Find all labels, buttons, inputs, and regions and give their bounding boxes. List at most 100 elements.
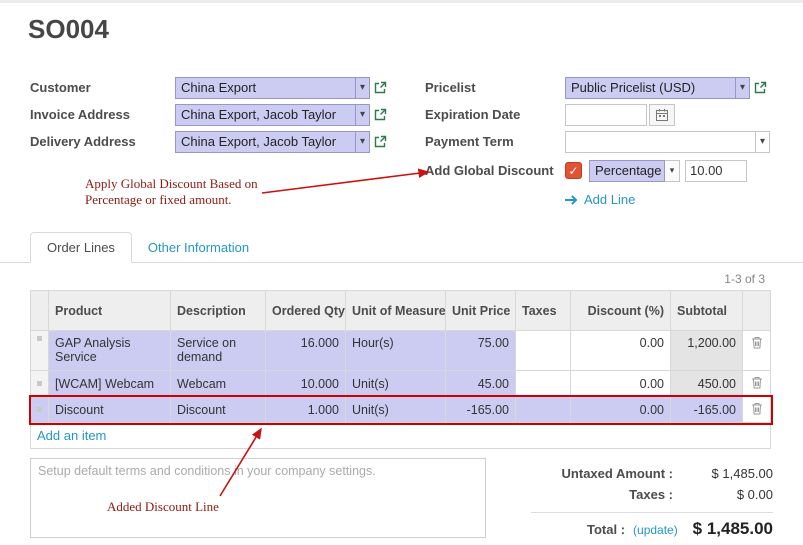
cell-taxes[interactable] xyxy=(516,371,571,397)
add-line-row: Add Line xyxy=(425,186,777,213)
payment-term-select[interactable]: ▾ xyxy=(565,131,770,153)
external-link-icon[interactable] xyxy=(374,135,387,148)
discount-mode-select[interactable]: Percentage xyxy=(589,160,665,182)
header-taxes[interactable]: Taxes xyxy=(516,291,571,331)
untaxed-label: Untaxed Amount : xyxy=(531,466,673,481)
untaxed-value: $ 1,485.00 xyxy=(673,466,773,481)
chevron-down-icon: ▾ xyxy=(355,105,369,125)
cell-taxes[interactable] xyxy=(516,397,571,423)
cell-uom[interactable]: Hour(s) xyxy=(346,331,446,371)
order-lines-table: Product Description Ordered Qty Unit of … xyxy=(30,290,771,449)
cell-subtotal: 1,200.00 xyxy=(671,331,743,371)
row-handle[interactable] xyxy=(31,371,49,397)
cell-description[interactable]: Discount xyxy=(171,397,266,423)
form-right-column: Pricelist Public Pricelist (USD) ▾ Expir… xyxy=(425,74,777,213)
tab-other-information[interactable]: Other Information xyxy=(132,233,265,262)
total-label: Total : xyxy=(587,522,625,537)
trash-icon xyxy=(751,336,763,349)
form-left-column: Customer China Export ▾ Invoice Address … xyxy=(30,74,418,155)
cell-price[interactable]: -165.00 xyxy=(446,397,516,423)
calendar-icon[interactable] xyxy=(649,104,675,126)
external-link-icon[interactable] xyxy=(754,81,767,94)
cell-product[interactable]: Discount xyxy=(49,397,171,423)
total-row: Total : (update) $ 1,485.00 xyxy=(531,519,773,545)
discount-mode-value: Percentage xyxy=(595,163,662,178)
annotation-global-discount: Apply Global Discount Based on Percentag… xyxy=(85,176,258,208)
expiration-date-label: Expiration Date xyxy=(425,107,565,122)
payment-term-label: Payment Term xyxy=(425,134,565,149)
tab-order-lines[interactable]: Order Lines xyxy=(30,232,132,263)
cell-discount[interactable]: 0.00 xyxy=(571,331,671,371)
global-discount-checkbox[interactable]: ✓ xyxy=(565,162,582,179)
cell-qty[interactable]: 1.000 xyxy=(266,397,346,423)
customer-label: Customer xyxy=(30,80,175,95)
invoice-address-value: China Export, Jacob Taylor xyxy=(181,107,336,122)
field-payment-term: Payment Term ▾ xyxy=(425,128,777,155)
delete-line-button[interactable] xyxy=(743,397,771,423)
row-handle[interactable] xyxy=(31,331,49,371)
delete-line-button[interactable] xyxy=(743,331,771,371)
invoice-address-select[interactable]: China Export, Jacob Taylor ▾ xyxy=(175,104,370,126)
customer-select[interactable]: China Export ▾ xyxy=(175,77,370,99)
taxes-row: Taxes : $ 0.00 xyxy=(531,484,773,505)
pricelist-value: Public Pricelist (USD) xyxy=(571,80,695,95)
cell-qty[interactable]: 10.000 xyxy=(266,371,346,397)
delete-line-button[interactable] xyxy=(743,371,771,397)
cell-price[interactable]: 75.00 xyxy=(446,331,516,371)
global-discount-label: Add Global Discount xyxy=(425,163,565,178)
taxes-label: Taxes : xyxy=(531,487,673,502)
header-discount[interactable]: Discount (%) xyxy=(571,291,671,331)
sales-order-page: SO004 Customer China Export ▾ Invoice Ad… xyxy=(0,0,803,545)
order-line-row: GAP Analysis Service Service on demand 1… xyxy=(31,331,771,371)
chevron-down-icon[interactable]: ▾ xyxy=(665,160,680,182)
cell-subtotal: -165.00 xyxy=(671,397,743,423)
cell-taxes[interactable] xyxy=(516,331,571,371)
cell-discount[interactable]: 0.00 xyxy=(571,397,671,423)
taxes-value: $ 0.00 xyxy=(673,487,773,502)
update-link[interactable]: (update) xyxy=(633,523,678,537)
external-link-icon[interactable] xyxy=(374,81,387,94)
chevron-down-icon: ▾ xyxy=(355,132,369,152)
cell-description[interactable]: Webcam xyxy=(171,371,266,397)
cell-qty[interactable]: 16.000 xyxy=(266,331,346,371)
page-top-edge xyxy=(0,0,803,3)
delivery-address-select[interactable]: China Export, Jacob Taylor ▾ xyxy=(175,131,370,153)
discount-amount-input[interactable] xyxy=(685,160,747,182)
cell-discount[interactable]: 0.00 xyxy=(571,371,671,397)
header-unit-price[interactable]: Unit Price xyxy=(446,291,516,331)
field-pricelist: Pricelist Public Pricelist (USD) ▾ xyxy=(425,74,777,101)
cell-price[interactable]: 45.00 xyxy=(446,371,516,397)
field-global-discount: Add Global Discount ✓ Percentage ▾ xyxy=(425,155,777,186)
drag-handle-icon xyxy=(37,381,42,386)
notebook-tabs: Order Lines Other Information xyxy=(0,233,803,263)
trash-icon xyxy=(751,376,763,389)
terms-textarea[interactable] xyxy=(30,458,486,538)
add-line-label: Add Line xyxy=(584,192,635,207)
annotation-added-line: Added Discount Line xyxy=(107,499,219,515)
check-icon: ✓ xyxy=(568,164,578,178)
add-line-link[interactable]: Add Line xyxy=(565,192,635,207)
add-an-item-link[interactable]: Add an item xyxy=(37,428,106,443)
pricelist-select[interactable]: Public Pricelist (USD) ▾ xyxy=(565,77,750,99)
header-handle xyxy=(31,291,49,331)
cell-description[interactable]: Service on demand xyxy=(171,331,266,371)
external-link-icon[interactable] xyxy=(374,108,387,121)
header-product[interactable]: Product xyxy=(49,291,171,331)
field-customer: Customer China Export ▾ xyxy=(30,74,418,101)
totals-divider xyxy=(531,512,773,513)
header-unit-of-measure[interactable]: Unit of Measure xyxy=(346,291,446,331)
cell-product[interactable]: GAP Analysis Service xyxy=(49,331,171,371)
arrow-right-icon xyxy=(565,195,579,205)
header-subtotal[interactable]: Subtotal xyxy=(671,291,743,331)
cell-product[interactable]: [WCAM] Webcam xyxy=(49,371,171,397)
cell-uom[interactable]: Unit(s) xyxy=(346,397,446,423)
cell-subtotal: 450.00 xyxy=(671,371,743,397)
order-line-row: [WCAM] Webcam Webcam 10.000 Unit(s) 45.0… xyxy=(31,371,771,397)
expiration-date-input[interactable] xyxy=(565,104,647,126)
field-expiration-date: Expiration Date xyxy=(425,101,777,128)
row-handle[interactable] xyxy=(31,397,49,423)
header-ordered-qty[interactable]: Ordered Qty xyxy=(266,291,346,331)
add-item-row: Add an item xyxy=(31,423,771,449)
cell-uom[interactable]: Unit(s) xyxy=(346,371,446,397)
header-description[interactable]: Description xyxy=(171,291,266,331)
